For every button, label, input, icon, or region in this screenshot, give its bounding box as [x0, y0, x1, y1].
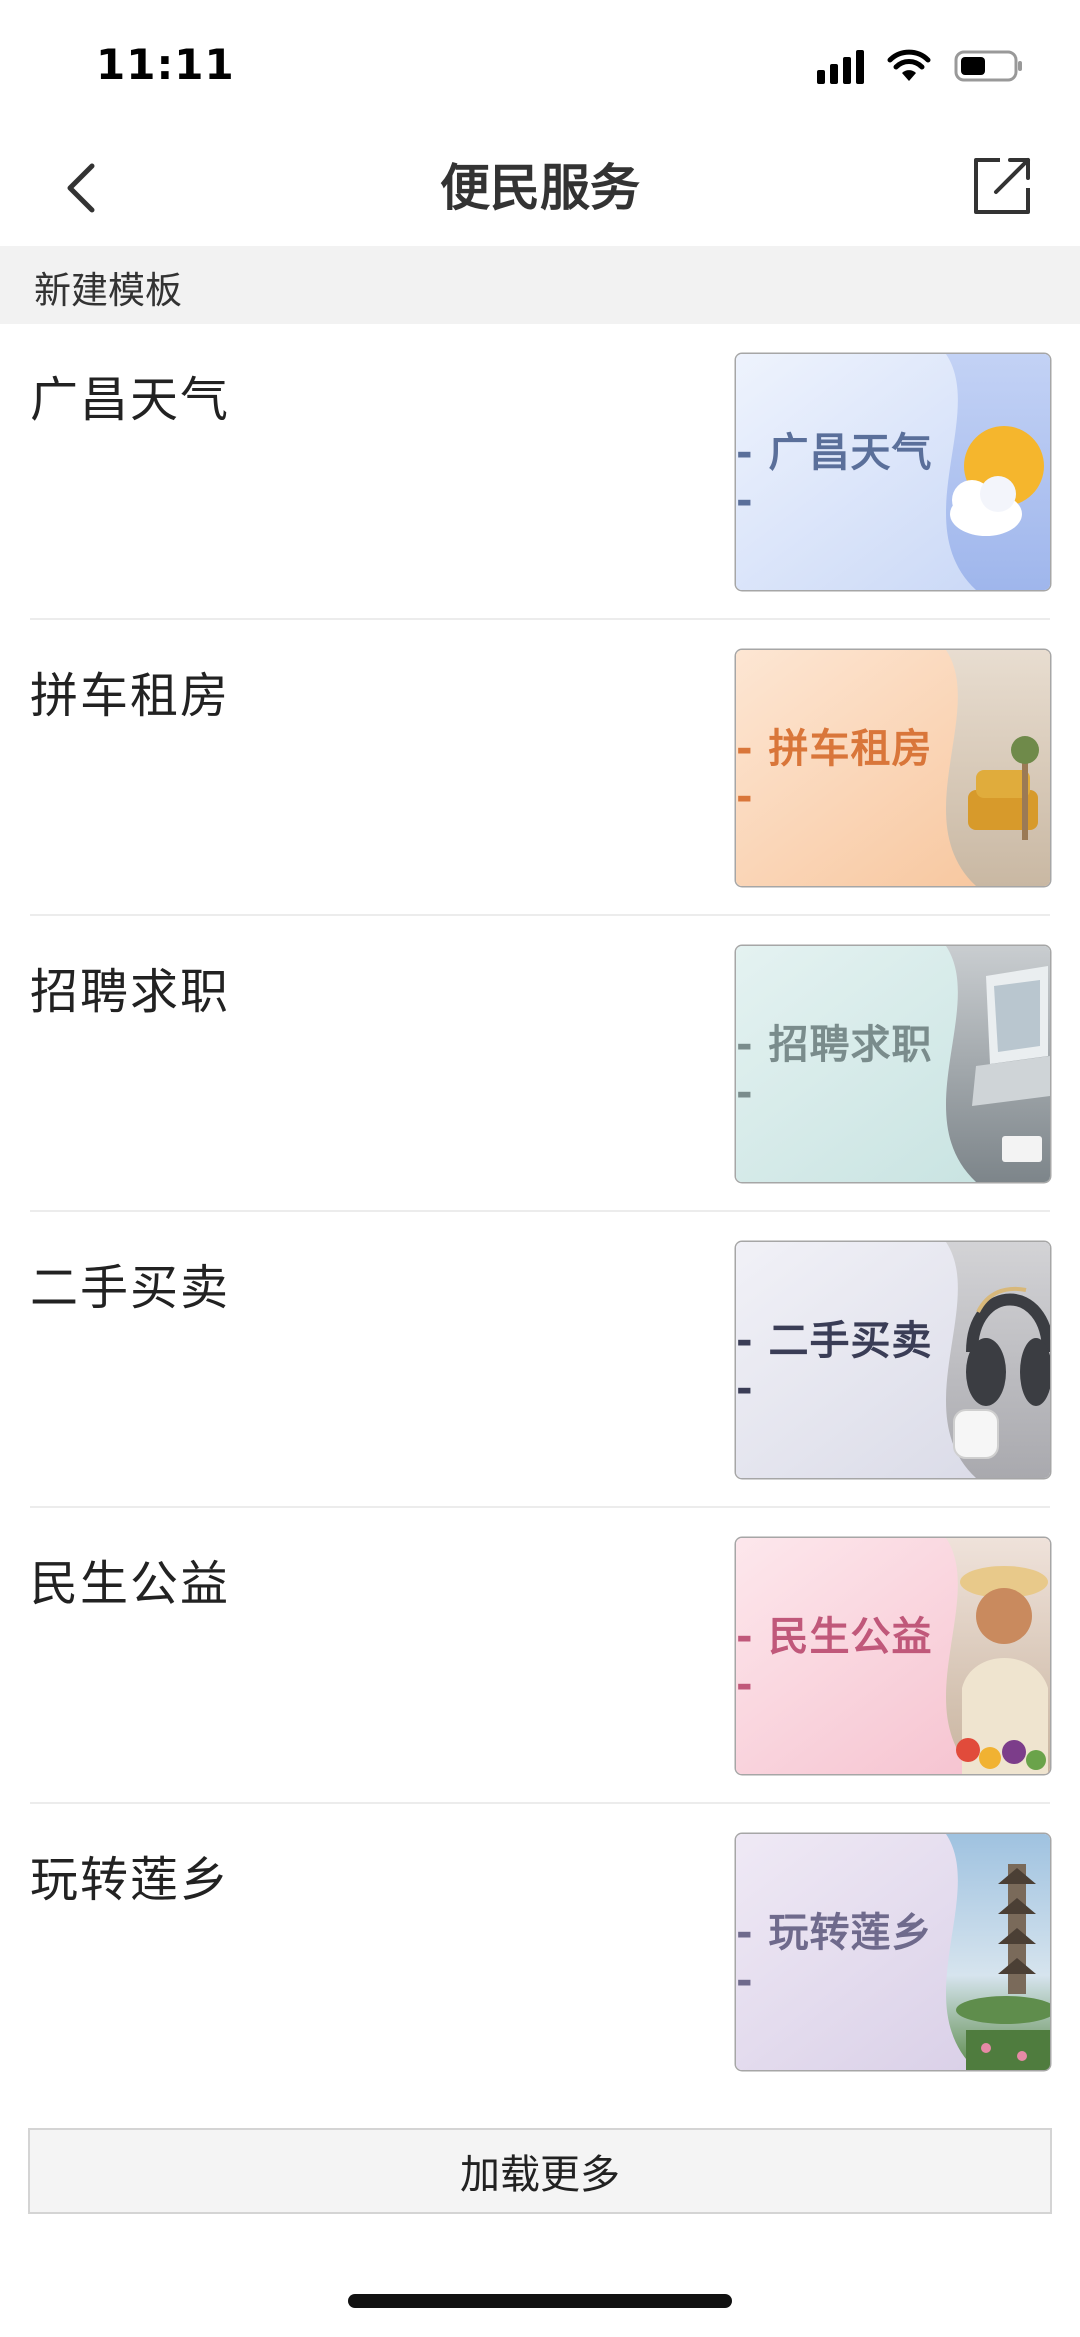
status-time: 11:11 [96, 40, 235, 89]
list-item[interactable]: 招聘求职 - 招聘求职 - [0, 916, 1080, 1212]
list-item[interactable]: 二手买卖 - 二手买卖 - [0, 1212, 1080, 1508]
thumbnail-label: - 拼车租房 - [736, 726, 933, 820]
item-title: 招聘求职 [30, 964, 231, 1020]
section-header: 新建模板 [0, 246, 1080, 324]
item-title: 拼车租房 [30, 668, 231, 724]
load-more-button[interactable]: 加载更多 [28, 2128, 1052, 2214]
item-title: 广昌天气 [30, 372, 231, 428]
list-item[interactable]: 拼车租房 - 拼车租房 - [0, 620, 1080, 916]
list-item[interactable]: 民生公益 - 民生公益 - [0, 1508, 1080, 1804]
item-thumbnail[interactable]: - 二手买卖 - [736, 1242, 1050, 1478]
item-title: 民生公益 [30, 1556, 231, 1612]
item-thumbnail[interactable]: - 广昌天气 - [736, 354, 1050, 590]
share-button[interactable] [960, 144, 1044, 228]
item-thumbnail[interactable]: - 拼车租房 - [736, 650, 1050, 886]
section-label: 新建模板 [34, 269, 182, 312]
thumbnail-label: - 招聘求职 - [736, 1022, 933, 1116]
cellular-signal-icon [817, 48, 864, 84]
list-item[interactable]: 广昌天气 - 广昌天气 - [0, 324, 1080, 620]
thumbnail-label: - 二手买卖 - [736, 1318, 933, 1412]
share-external-icon [974, 158, 1030, 214]
list-item[interactable]: 玩转莲乡 - 玩转莲乡 - [0, 1804, 1080, 2100]
item-title: 二手买卖 [30, 1260, 231, 1316]
page-title: 便民服务 [440, 158, 640, 217]
nav-bar: 便民服务 [0, 130, 1080, 246]
thumbnail-label: - 广昌天气 - [736, 430, 933, 524]
wifi-icon [886, 49, 932, 83]
home-indicator [348, 2294, 732, 2308]
status-bar: 11:11 [0, 0, 1080, 130]
service-list: 广昌天气 - 广昌天气 - 拼车租房 - 拼车租房 - 招聘求职 - 招聘求职 … [0, 324, 1080, 2100]
item-title: 玩转莲乡 [30, 1852, 231, 1908]
thumbnail-label: - 民生公益 - [736, 1614, 933, 1708]
status-icons [817, 48, 1024, 84]
item-thumbnail[interactable]: - 民生公益 - [736, 1538, 1050, 1774]
battery-icon [954, 49, 1024, 83]
thumbnail-label: - 玩转莲乡 - [736, 1910, 933, 2004]
item-thumbnail[interactable]: - 玩转莲乡 - [736, 1834, 1050, 2070]
item-thumbnail[interactable]: - 招聘求职 - [736, 946, 1050, 1182]
